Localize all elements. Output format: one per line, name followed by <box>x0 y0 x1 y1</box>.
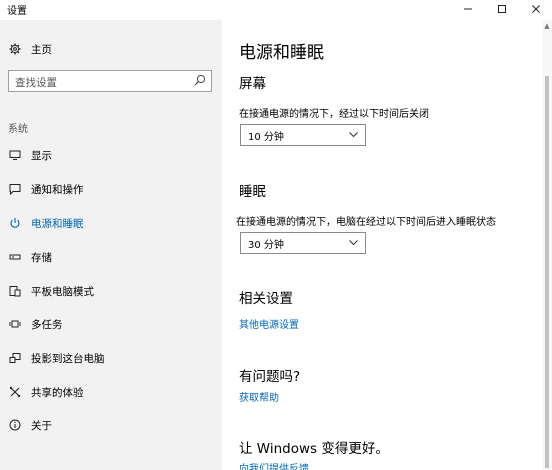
page-title: 电源和睡眠 <box>239 43 324 63</box>
screen-timeout-value: 10 分钟 <box>248 132 284 143</box>
sidebar-item-label: 投影到这台电脑 <box>31 352 105 365</box>
sidebar-item-label: 多任务 <box>31 318 63 331</box>
search-input[interactable]: 查找设置 <box>8 70 212 92</box>
storage-icon <box>8 250 22 264</box>
sidebar-item-label: 通知和操作 <box>31 183 84 196</box>
feedback-heading: 让 Windows 变得更好。 <box>239 441 389 457</box>
scroll-up-icon[interactable]: ▲ <box>542 20 552 32</box>
sidebar-item-label: 平板电脑模式 <box>31 285 94 298</box>
get-help-link[interactable]: 获取帮助 <box>239 389 279 404</box>
screen-timeout-dropdown[interactable]: 10 分钟 <box>240 124 366 146</box>
sidebar-item-notifications[interactable]: 通知和操作 <box>0 177 222 201</box>
maximize-button[interactable] <box>486 0 518 18</box>
sidebar-item-home[interactable]: 主页 <box>0 38 222 60</box>
additional-power-settings-link[interactable]: 其他电源设置 <box>239 316 299 331</box>
sidebar-item-label: 关于 <box>31 419 52 432</box>
info-icon <box>8 418 22 432</box>
sidebar-item-tablet-mode[interactable]: 平板电脑模式 <box>0 279 222 303</box>
screen-heading: 屏幕 <box>239 76 266 92</box>
related-settings-heading: 相关设置 <box>239 291 293 307</box>
scrollbar-thumb[interactable] <box>545 76 549 468</box>
sidebar-item-label: 主页 <box>31 43 52 56</box>
shared-experience-icon <box>8 385 22 399</box>
tablet-mode-icon <box>8 284 22 298</box>
power-icon <box>8 216 22 230</box>
sidebar-item-power-sleep[interactable]: 电源和睡眠 <box>0 211 222 235</box>
sidebar-item-shared-experiences[interactable]: 共享的体验 <box>0 380 222 404</box>
main-content: 电源和睡眠 屏幕 在接通电源的情况下，经过以下时间后关闭 10 分钟 睡眠 在接… <box>222 20 542 470</box>
sleep-timeout-value: 30 分钟 <box>248 240 284 251</box>
close-button[interactable] <box>520 0 552 18</box>
scrollbar[interactable]: ▲ <box>542 20 552 470</box>
title-bar: 设置 <box>0 0 552 20</box>
minimize-button[interactable] <box>452 0 484 18</box>
minimize-icon <box>464 8 472 10</box>
sleep-heading: 睡眠 <box>239 184 266 200</box>
display-icon <box>8 148 22 162</box>
sidebar-item-project[interactable]: 投影到这台电脑 <box>0 346 222 370</box>
sidebar-item-label: 电源和睡眠 <box>31 217 84 230</box>
section-label: 系统 <box>8 124 28 135</box>
sidebar-item-label: 显示 <box>31 149 52 162</box>
window-title: 设置 <box>7 6 27 17</box>
search-icon <box>194 74 206 86</box>
gear-icon <box>8 42 22 56</box>
sidebar-item-multitasking[interactable]: 多任务 <box>0 312 222 336</box>
sidebar-item-about[interactable]: 关于 <box>0 413 222 437</box>
sleep-description: 在接通电源的情况下，电脑在经过以下时间后进入睡眠状态 <box>236 217 496 228</box>
sidebar-item-label: 存储 <box>31 251 52 264</box>
question-heading: 有问题吗? <box>239 369 301 385</box>
sidebar: 主页 查找设置 系统 显示 通知和操作 电源和睡眠 存储 平板电脑模式 多任务 … <box>0 20 222 470</box>
close-icon <box>532 5 540 13</box>
give-feedback-link[interactable]: 向我们提供反馈 <box>239 460 309 470</box>
sidebar-item-display[interactable]: 显示 <box>0 143 222 167</box>
chevron-down-icon <box>349 132 358 138</box>
multitasking-icon <box>8 317 22 331</box>
search-placeholder: 查找设置 <box>15 77 57 89</box>
notification-icon <box>8 182 22 196</box>
sleep-timeout-dropdown[interactable]: 30 分钟 <box>240 232 366 254</box>
project-icon <box>8 351 22 365</box>
sidebar-item-storage[interactable]: 存储 <box>0 245 222 269</box>
maximize-icon <box>498 5 506 13</box>
screen-description: 在接通电源的情况下，经过以下时间后关闭 <box>239 109 429 120</box>
sidebar-item-label: 共享的体验 <box>31 386 84 399</box>
chevron-down-icon <box>349 240 358 246</box>
